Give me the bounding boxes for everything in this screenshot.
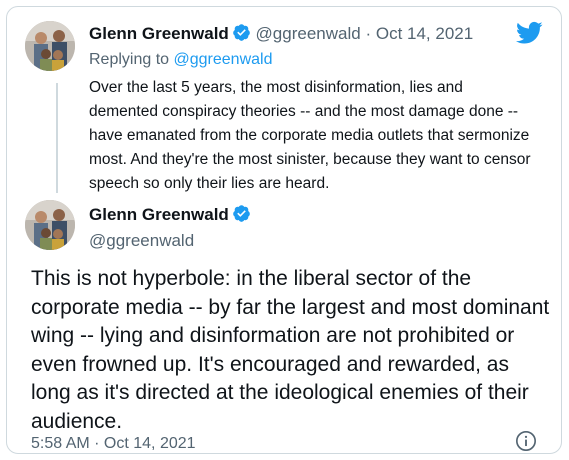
replying-to-line: Replying to @ggreenwald — [89, 51, 272, 69]
tweet-timestamp[interactable]: 5:58 AM · Oct 14, 2021 — [31, 435, 196, 453]
thread-connector — [56, 83, 58, 193]
replying-to-handle[interactable]: @ggreenwald — [174, 51, 273, 68]
header-separator: · — [365, 24, 372, 43]
replying-prefix: Replying to — [89, 51, 170, 68]
twitter-bird-icon[interactable] — [516, 21, 543, 45]
main-tweet-header: Glenn Greenwald @ggreenwald — [89, 204, 251, 251]
main-handle[interactable]: @ggreenwald — [89, 231, 251, 251]
verified-badge-icon — [232, 205, 250, 222]
parent-tweet-text: Over the last 5 years, the most disinfor… — [89, 79, 531, 192]
verified-badge-icon — [232, 24, 250, 41]
parent-author-name[interactable]: Glenn Greenwald — [89, 24, 229, 43]
main-avatar[interactable] — [25, 200, 75, 250]
parent-tweet-header: Glenn Greenwald @ggreenwald · Oct 14, 20… — [89, 23, 473, 44]
parent-handle[interactable]: @ggreenwald — [256, 24, 361, 43]
parent-avatar[interactable] — [25, 21, 75, 71]
tweet-embed-card: Glenn Greenwald @ggreenwald · Oct 14, 20… — [6, 6, 562, 454]
main-author-name-text: Glenn Greenwald — [89, 205, 229, 224]
info-icon[interactable] — [515, 430, 537, 452]
parent-date[interactable]: Oct 14, 2021 — [376, 24, 473, 43]
main-tweet-text: This is not hyperbole: in the liberal se… — [31, 267, 550, 433]
main-author-name[interactable]: Glenn Greenwald — [89, 204, 251, 225]
